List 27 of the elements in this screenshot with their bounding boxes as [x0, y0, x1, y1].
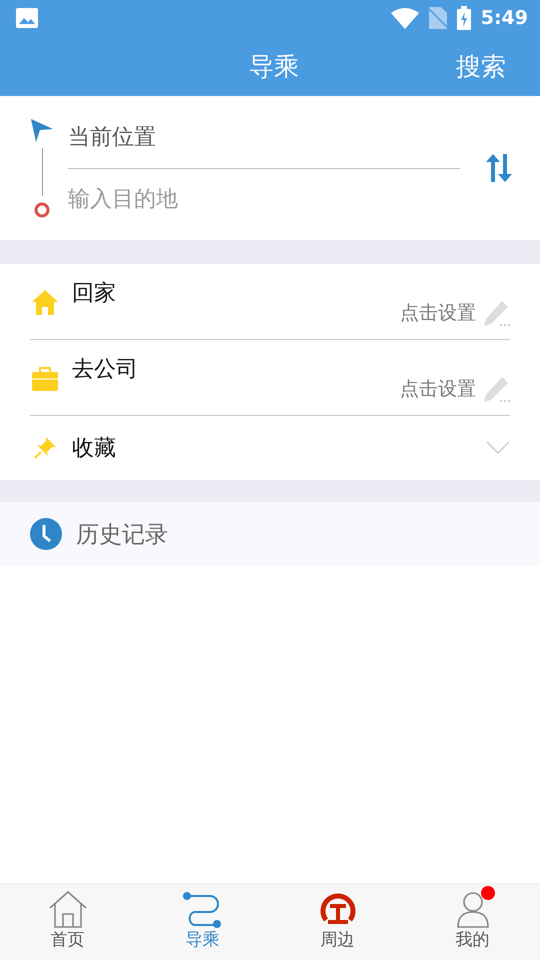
pencil-icon[interactable] [484, 300, 510, 326]
tab[interactable]: 周边 [270, 884, 405, 960]
image-icon [16, 8, 38, 28]
destination-field[interactable]: 输入目的地 [68, 168, 460, 230]
swap-icon[interactable] [486, 154, 512, 182]
house-icon [32, 288, 58, 314]
set-link[interactable]: 点击设置 [400, 300, 476, 326]
place-label[interactable]: 收藏 [72, 433, 486, 463]
navigation-arrow-icon [30, 118, 54, 142]
battery-icon [456, 6, 471, 30]
place-label[interactable]: 去公司 [72, 354, 400, 384]
history-label[interactable]: 历史记录 [76, 518, 168, 550]
tab[interactable]: 首页 [0, 884, 135, 960]
wifi-icon [390, 7, 419, 29]
briefcase-icon [32, 364, 58, 390]
tab[interactable]: 我的 [405, 884, 540, 960]
set-link[interactable]: 点击设置 [400, 376, 476, 402]
clock-time: 5:49 [480, 7, 528, 29]
tab[interactable]: 导乘 [135, 884, 270, 960]
destination-dot-icon [34, 202, 50, 218]
origin-field[interactable]: 当前位置 [68, 106, 460, 168]
house-icon [48, 890, 88, 928]
place-label[interactable]: 回家 [72, 278, 400, 308]
page-title: 导乘 [249, 50, 299, 82]
no-sim-icon [428, 7, 447, 29]
pencil-icon[interactable] [484, 376, 510, 402]
route-icon [182, 890, 222, 928]
